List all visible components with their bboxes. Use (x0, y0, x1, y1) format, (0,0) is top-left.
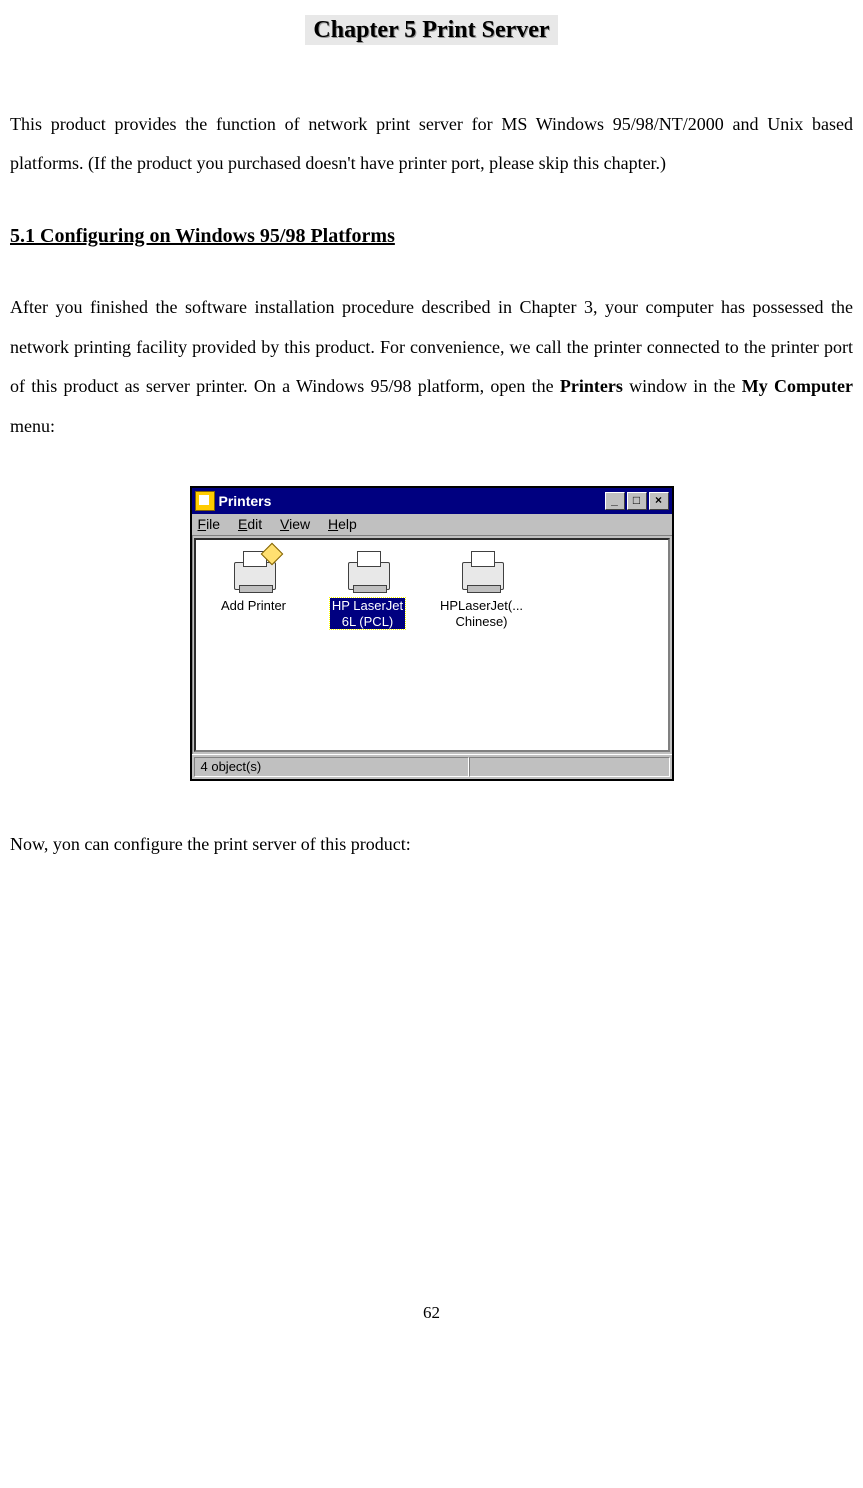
chapter-title-text: Chapter 5 Print Server (305, 15, 557, 45)
statusbar: 4 object(s) (192, 754, 672, 779)
menu-edit[interactable]: Edit (238, 516, 262, 532)
close-button[interactable]: × (649, 492, 669, 510)
printers-bold: Printers (560, 376, 623, 396)
page-number: 62 (10, 1294, 853, 1331)
printers-folder-icon (195, 491, 215, 511)
after-paragraph: Now, yon can configure the print server … (10, 825, 853, 865)
hpchinese-line2: Chinese) (455, 614, 507, 629)
body-end: menu: (10, 416, 55, 436)
window-title: Printers (219, 493, 605, 510)
printer-icon (346, 550, 390, 594)
menubar: File Edit View Help (192, 514, 672, 536)
menu-help[interactable]: Help (328, 516, 357, 532)
body-mid: window in the (623, 376, 742, 396)
minimize-button[interactable]: _ (605, 492, 625, 510)
printers-window: Printers _ □ × File Edit View Help Add P… (190, 486, 674, 780)
mycomputer-bold: My Computer (742, 376, 853, 396)
intro-paragraph: This product provides the function of ne… (10, 105, 853, 184)
add-printer-item[interactable]: Add Printer (204, 550, 304, 614)
content-area: Add Printer HP LaserJet 6L (PCL) HPLaser… (194, 538, 670, 752)
hp6l-label: HP LaserJet 6L (PCL) (330, 598, 405, 629)
body-paragraph: After you finished the software installa… (10, 288, 853, 446)
hpchinese-label: HPLaserJet(... Chinese) (432, 598, 532, 629)
status-empty (469, 757, 669, 777)
hp6l-line1: HP LaserJet (332, 598, 403, 613)
menu-file[interactable]: File (198, 516, 221, 532)
printer-icon (460, 550, 504, 594)
hpchinese-line1: HPLaserJet(... (440, 598, 523, 613)
maximize-button[interactable]: □ (627, 492, 647, 510)
menu-view[interactable]: View (280, 516, 310, 532)
chapter-title: Chapter 5 Print Server (10, 4, 853, 57)
hp6l-line2: 6L (PCL) (342, 614, 394, 629)
section-heading: 5.1 Configuring on Windows 95/98 Platfor… (10, 214, 853, 258)
status-text: 4 object(s) (194, 757, 470, 777)
window-controls: _ □ × (605, 492, 669, 510)
titlebar[interactable]: Printers _ □ × (192, 488, 672, 514)
hp-laserjet-chinese-item[interactable]: HPLaserJet(... Chinese) (432, 550, 532, 629)
hp-laserjet-6l-item[interactable]: HP LaserJet 6L (PCL) (318, 550, 418, 629)
add-printer-icon (232, 550, 276, 594)
add-printer-label: Add Printer (204, 598, 304, 614)
